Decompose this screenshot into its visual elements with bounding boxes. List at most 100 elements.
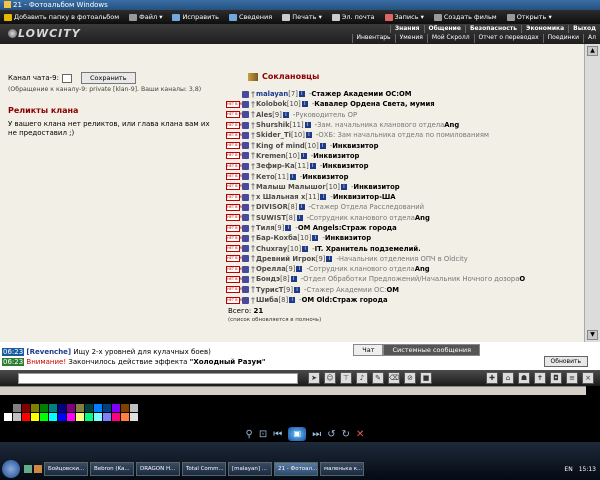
- translit-icon[interactable]: ✎: [372, 372, 384, 384]
- map-icon[interactable]: ⌂: [502, 372, 514, 384]
- info-icon[interactable]: i: [282, 111, 289, 118]
- member-nick[interactable]: х Шальная х: [256, 193, 305, 201]
- clock[interactable]: 15:13: [579, 466, 596, 473]
- scroll-down-icon[interactable]: ▼: [587, 330, 598, 340]
- palette-swatch[interactable]: [40, 413, 48, 421]
- palette-swatch[interactable]: [13, 404, 21, 412]
- palette-swatch[interactable]: [67, 413, 75, 421]
- info-icon[interactable]: i: [312, 235, 319, 242]
- palette-swatch[interactable]: [22, 413, 30, 421]
- info-icon[interactable]: i: [298, 91, 305, 98]
- tab-chat[interactable]: Чат: [353, 344, 384, 356]
- palette-swatch[interactable]: [49, 404, 57, 412]
- clear-icon[interactable]: ⌫: [388, 372, 400, 384]
- rotate-left-icon[interactable]: ↺: [327, 429, 335, 440]
- info-icon[interactable]: i: [309, 163, 316, 170]
- taskbar-button[interactable]: [malayan] ...: [228, 462, 272, 476]
- member-nick[interactable]: Орелла: [256, 265, 286, 273]
- info-icon[interactable]: i: [285, 225, 292, 231]
- save-button[interactable]: Сохранить: [80, 72, 136, 84]
- palette-swatch[interactable]: [121, 404, 129, 412]
- toolbar-item[interactable]: Исправить: [172, 13, 219, 21]
- quicklaunch-icon[interactable]: [24, 465, 32, 473]
- nav-item[interactable]: Общение: [423, 25, 465, 33]
- filter-icon[interactable]: ⊤: [340, 372, 352, 384]
- palette-swatch[interactable]: [94, 413, 102, 421]
- toolbar-item[interactable]: Сведения: [228, 13, 272, 21]
- member-nick[interactable]: Chuxray: [256, 245, 287, 253]
- info-icon[interactable]: i: [301, 101, 308, 108]
- palette-swatch[interactable]: [40, 404, 48, 412]
- exit-icon[interactable]: ×: [582, 372, 594, 384]
- palette-swatch[interactable]: [76, 413, 84, 421]
- member-nick[interactable]: Skider_Ti: [256, 131, 291, 139]
- info-icon[interactable]: i: [304, 122, 311, 129]
- member-nick[interactable]: Бондэ: [256, 275, 280, 283]
- palette-swatch[interactable]: [58, 404, 66, 412]
- previous-icon[interactable]: ⏮: [273, 429, 282, 440]
- info-icon[interactable]: i: [296, 214, 303, 221]
- smile-icon[interactable]: ☺: [324, 372, 336, 384]
- info-icon[interactable]: i: [289, 297, 296, 304]
- nav-item[interactable]: Безопасность: [464, 25, 521, 33]
- nav-item[interactable]: Мой Скролл: [426, 34, 474, 43]
- member-nick[interactable]: Зефир-Ка: [256, 162, 295, 170]
- toolbar-item[interactable]: Создать фильм: [433, 13, 497, 21]
- taskbar-button[interactable]: маленька к...: [320, 462, 364, 476]
- palette-swatch[interactable]: [103, 404, 111, 412]
- toolbar-item[interactable]: Запись ▾: [384, 13, 424, 21]
- tab-system-messages[interactable]: Системные сообщения: [383, 344, 480, 356]
- taskbar-button[interactable]: 21 - Фотоал...: [274, 462, 318, 476]
- language-indicator[interactable]: EN: [564, 466, 572, 473]
- member-nick[interactable]: DIVISOR: [256, 203, 288, 211]
- member-nick[interactable]: Shurshik: [256, 121, 290, 129]
- toolbar-item[interactable]: Открыть ▾: [506, 13, 552, 21]
- info-icon[interactable]: i: [300, 152, 307, 159]
- game-logo[interactable]: LOWCITY: [8, 27, 81, 40]
- nav-item[interactable]: Экономика: [521, 25, 568, 33]
- list-icon[interactable]: ≡: [566, 372, 578, 384]
- send-icon[interactable]: ➤: [308, 372, 320, 384]
- info-icon[interactable]: i: [320, 194, 327, 201]
- palette-swatch[interactable]: [76, 404, 84, 412]
- member-nick[interactable]: SUWIST: [256, 214, 286, 222]
- nav-item[interactable]: Поединки: [542, 34, 583, 43]
- palette-swatch[interactable]: [112, 413, 120, 421]
- member-nick[interactable]: Бар-Кохба: [256, 234, 297, 242]
- delete-icon[interactable]: ✕: [356, 429, 364, 440]
- channel-input[interactable]: [61, 73, 72, 83]
- lock-icon[interactable]: ⊘: [404, 372, 416, 384]
- palette-swatch[interactable]: [49, 413, 57, 421]
- member-nick[interactable]: Кето: [256, 173, 275, 181]
- chat-author[interactable]: [Revenche]: [26, 348, 71, 356]
- music-icon[interactable]: ♪: [356, 372, 368, 384]
- nav-item[interactable]: Инвентарь: [351, 34, 395, 43]
- rotate-right-icon[interactable]: ↻: [342, 429, 350, 440]
- info-icon[interactable]: i: [289, 173, 296, 180]
- member-nick[interactable]: ТурисТ: [256, 286, 283, 294]
- toolbar-item[interactable]: Эл. почта: [331, 13, 375, 21]
- cross-icon[interactable]: ✝: [534, 372, 546, 384]
- palette-swatch[interactable]: [85, 404, 93, 412]
- member-nick[interactable]: King of mind: [256, 142, 305, 150]
- nav-item[interactable]: Выход: [568, 25, 600, 33]
- slideshow-icon[interactable]: ▣: [288, 427, 307, 441]
- horizontal-scrollbar[interactable]: [0, 386, 586, 395]
- palette-swatch[interactable]: [67, 404, 75, 412]
- member-nick[interactable]: Малыш Малышог: [256, 183, 326, 191]
- palette-swatch[interactable]: [130, 413, 138, 421]
- palette-swatch[interactable]: [13, 413, 21, 421]
- palette-swatch[interactable]: [112, 404, 120, 412]
- info-icon[interactable]: i: [302, 245, 309, 252]
- palette-swatch[interactable]: [58, 413, 66, 421]
- palette-swatch[interactable]: [31, 413, 39, 421]
- nav-item[interactable]: Знания: [389, 25, 424, 33]
- person-icon[interactable]: ☗: [518, 372, 530, 384]
- info-icon[interactable]: i: [326, 255, 333, 262]
- palette-swatch[interactable]: [85, 413, 93, 421]
- taskbar-button[interactable]: Total Comm...: [182, 462, 226, 476]
- refresh-button[interactable]: Обновить: [543, 356, 588, 367]
- nav-item[interactable]: Отчет о переводах: [473, 34, 543, 43]
- member-nick[interactable]: Древний Игрок: [256, 255, 316, 263]
- info-icon[interactable]: i: [296, 266, 303, 273]
